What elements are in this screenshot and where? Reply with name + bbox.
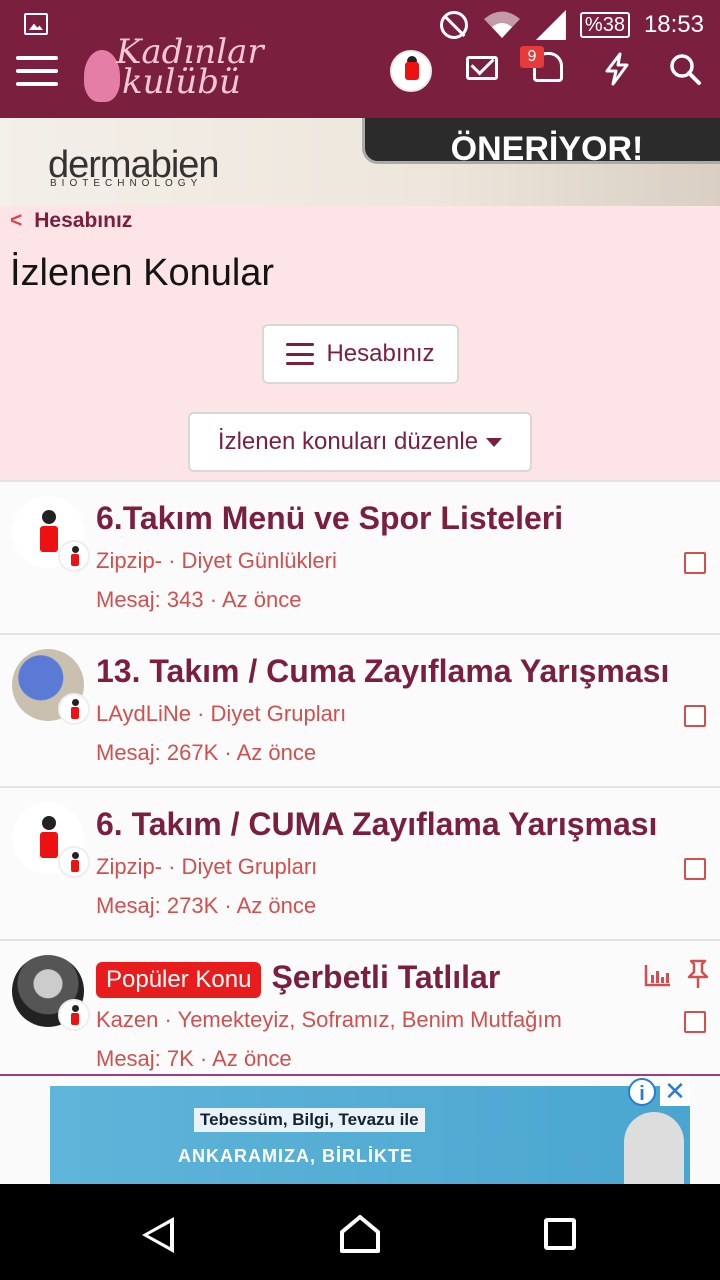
ad-creative[interactable]: Tebessüm, Bilgi, Tevazu ile ANKARAMIZA, … — [50, 1086, 690, 1186]
bolt-icon[interactable] — [604, 52, 630, 86]
wifi-icon — [482, 10, 522, 40]
ad-banner-bottom[interactable]: Tebessüm, Bilgi, Tevazu ile ANKARAMIZA, … — [0, 1074, 720, 1186]
thread-meta[interactable]: Kazen · Yemekteyiz, Soframız, Benim Mutf… — [96, 1007, 562, 1033]
back-icon[interactable] — [142, 1217, 174, 1253]
thread-meta[interactable]: Zipzip- · Diyet Günlükleri — [96, 548, 337, 574]
battery-indicator: %38 — [579, 12, 630, 38]
ad-portrait — [624, 1112, 684, 1186]
menu-lines-icon — [286, 343, 315, 365]
recent-apps-icon[interactable] — [544, 1218, 576, 1250]
mail-icon[interactable] — [466, 56, 498, 80]
signal-icon — [535, 10, 566, 40]
status-bar: %38 18:53 — [0, 0, 720, 50]
user-avatar[interactable] — [390, 50, 432, 92]
banner-headline: ÖNERİYOR! — [362, 118, 720, 168]
ad-info-icon[interactable]: i — [628, 1078, 656, 1106]
ad-line-1: Tebessüm, Bilgi, Tevazu ile — [194, 1108, 425, 1132]
thread-title-text: Şerbetli Tatlılar — [271, 959, 501, 995]
thread-title[interactable]: 6.Takım Menü ve Spor Listeleri — [96, 500, 563, 537]
thread-title[interactable]: 13. Takım / Cuma Zayıflama Yarışması — [96, 653, 669, 690]
page-title: İzlenen Konular — [10, 252, 275, 294]
notification-count-badge: 9 — [520, 46, 544, 68]
thread-row[interactable]: 6.Takım Menü ve Spor Listeleri Zipzip- ·… — [0, 480, 720, 633]
participant-avatar[interactable] — [58, 999, 90, 1031]
breadcrumb[interactable]: < Hesabınız — [10, 206, 132, 236]
ad-banner-top[interactable]: dermabien BIOTECHNOLOGY ÖNERİYOR! — [0, 118, 720, 206]
select-checkbox[interactable] — [684, 705, 706, 727]
breadcrumb-label: Hesabınız — [34, 209, 133, 232]
clock: 18:53 — [643, 11, 704, 38]
participant-avatar[interactable] — [58, 693, 90, 725]
image-notification-icon — [24, 13, 48, 35]
participant-avatar[interactable] — [58, 846, 90, 878]
edit-watched-button[interactable]: İzlenen konuları düzenle — [188, 412, 532, 472]
thread-stats: Mesaj: 7K · Az önce — [96, 1046, 292, 1071]
select-checkbox[interactable] — [684, 858, 706, 880]
bar-chart-icon — [644, 963, 672, 987]
search-icon[interactable] — [668, 52, 702, 86]
logo-mark-icon — [84, 50, 120, 102]
ad-close-icon[interactable]: ✕ — [660, 1076, 690, 1106]
site-header: Kadınlar kulübü 9 — [0, 32, 720, 118]
thread-stats: Mesaj: 343 · Az önce — [96, 587, 302, 612]
caret-down-icon — [486, 437, 503, 447]
popular-badge: Popüler Konu — [96, 961, 262, 998]
select-checkbox[interactable] — [684, 1011, 706, 1033]
thread-row[interactable]: 13. Takım / Cuma Zayıflama Yarışması LAy… — [0, 633, 720, 786]
thread-row[interactable]: 6. Takım / CUMA Zayıflama Yarışması Zipz… — [0, 786, 720, 939]
do-not-disturb-icon — [439, 11, 468, 39]
chevron-left-icon: < — [10, 209, 23, 232]
edit-watched-label: İzlenen konuları düzenle — [217, 428, 479, 455]
home-icon[interactable] — [338, 1214, 382, 1254]
account-button[interactable]: Hesabınız — [262, 324, 459, 384]
banner-brand-sub: BIOTECHNOLOGY — [50, 178, 203, 189]
thread-list: 6.Takım Menü ve Spor Listeleri Zipzip- ·… — [0, 480, 720, 1092]
page-header: < Hesabınız İzlenen Konular Hesabınız İzl… — [0, 206, 720, 480]
menu-icon[interactable] — [16, 56, 58, 90]
account-button-label: Hesabınız — [326, 340, 435, 367]
thread-stats: Mesaj: 273K · Az önce — [96, 893, 317, 918]
thread-meta[interactable]: LAydLiNe · Diyet Grupları — [96, 701, 346, 727]
thread-stats: Mesaj: 267K · Az önce — [96, 740, 317, 765]
ad-line-2: ANKARAMIZA, BİRLİKTE — [178, 1146, 413, 1166]
system-nav-bar — [0, 1184, 720, 1280]
thread-row[interactable]: Popüler Konu Şerbetli Tatlılar Kazen · Ye… — [0, 939, 720, 1092]
participant-avatar[interactable] — [58, 540, 90, 572]
select-checkbox[interactable] — [684, 552, 706, 574]
site-logo[interactable]: Kadınlar kulübü — [84, 32, 284, 110]
pin-icon — [686, 959, 710, 989]
thread-title[interactable]: 6. Takım / CUMA Zayıflama Yarışması — [96, 806, 657, 843]
thread-title[interactable]: Popüler Konu Şerbetli Tatlılar — [96, 959, 500, 998]
thread-meta[interactable]: Zipzip- · Diyet Grupları — [96, 854, 317, 880]
